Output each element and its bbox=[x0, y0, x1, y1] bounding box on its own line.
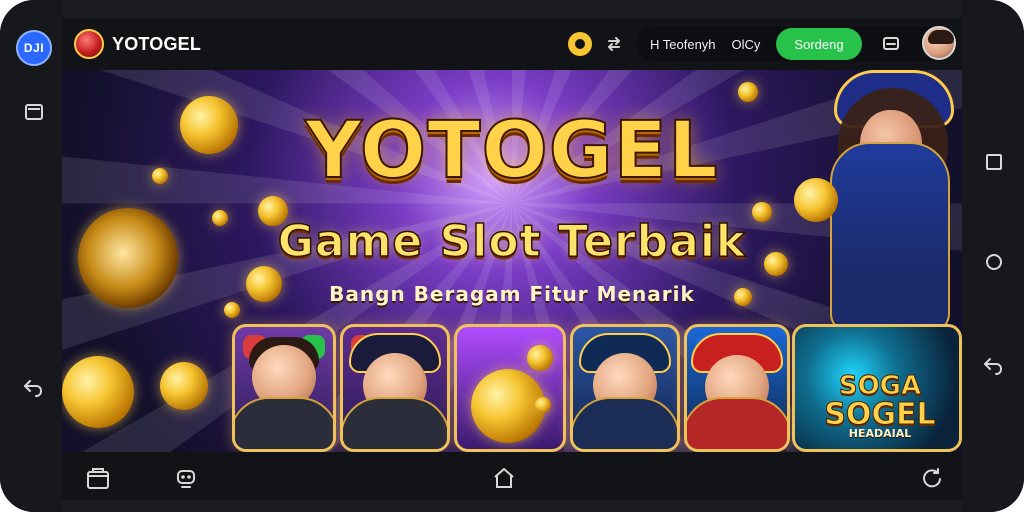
hero-body bbox=[830, 142, 950, 332]
card-coin-large bbox=[471, 369, 545, 443]
hero-banner: YOTOGEL Game Slot Terbaik Bangn Beragam … bbox=[62, 70, 962, 452]
swap-icon-svg bbox=[608, 37, 620, 51]
circle-icon[interactable] bbox=[980, 248, 1008, 276]
menu-icon-svg bbox=[25, 104, 43, 120]
avatar[interactable] bbox=[922, 26, 956, 60]
primary-action-button[interactable]: Sordeng bbox=[776, 28, 862, 60]
square-icon-svg bbox=[986, 154, 1002, 170]
chat-icon[interactable] bbox=[878, 31, 904, 57]
game-card-1[interactable] bbox=[232, 324, 336, 452]
menu-item-2[interactable]: OlCy bbox=[732, 37, 761, 52]
coin-right-1 bbox=[738, 82, 758, 102]
bottom-navigation-bar bbox=[62, 452, 962, 500]
square-icon[interactable] bbox=[980, 148, 1008, 176]
game-card-2[interactable] bbox=[340, 324, 450, 452]
game-card-4[interactable] bbox=[570, 324, 680, 452]
top-navigation-bar: YOTOGEL H Teofenyh OlCy Sordeng bbox=[62, 18, 962, 70]
menu-item-1[interactable]: H Teofenyh bbox=[650, 37, 716, 52]
brand-name: YOTOGEL bbox=[112, 33, 202, 54]
coin-bottom-left bbox=[62, 356, 134, 428]
promo-subtitle: HEADAIAL bbox=[848, 427, 912, 440]
avatar-hair bbox=[928, 30, 954, 44]
coin-left-2 bbox=[160, 362, 208, 410]
robot-icon[interactable] bbox=[168, 460, 204, 496]
refresh-icon[interactable] bbox=[914, 460, 950, 496]
game-card-3[interactable] bbox=[454, 324, 566, 452]
topbar-pill: H Teofenyh OlCy Sordeng bbox=[636, 27, 956, 61]
app-logo-icon[interactable]: DJI bbox=[16, 30, 52, 66]
card-character-outfit bbox=[573, 397, 677, 449]
brand-logo-icon bbox=[74, 29, 104, 59]
circle-icon-svg bbox=[986, 254, 1002, 270]
home-icon[interactable] bbox=[486, 460, 522, 496]
right-back-icon-svg bbox=[984, 358, 1003, 375]
left-rail: DJI bbox=[0, 0, 62, 512]
card-character-outfit bbox=[343, 397, 447, 449]
gear-icon-inner bbox=[575, 39, 585, 49]
back-icon[interactable] bbox=[978, 350, 1008, 380]
hero-coin bbox=[794, 178, 838, 222]
home-icon-svg bbox=[494, 468, 514, 488]
gear-icon[interactable] bbox=[568, 32, 592, 56]
hero-character bbox=[794, 70, 962, 332]
card-character-outfit bbox=[235, 397, 333, 449]
card-character-outfit bbox=[687, 397, 787, 449]
topbar-actions bbox=[568, 28, 626, 60]
shop-icon[interactable] bbox=[80, 460, 116, 496]
app-logo-text: DJI bbox=[23, 41, 45, 55]
brand[interactable]: YOTOGEL bbox=[74, 28, 201, 60]
refresh-icon-svg bbox=[923, 468, 941, 488]
back-icon[interactable] bbox=[18, 372, 48, 402]
card-coin-tiny bbox=[535, 397, 551, 413]
shop-icon-svg bbox=[87, 468, 109, 489]
game-card-5[interactable] bbox=[684, 324, 790, 452]
card-coin-small bbox=[527, 345, 553, 371]
back-icon-svg bbox=[24, 380, 43, 397]
promo-card[interactable]: SOGA SOGEL HEADAIAL bbox=[792, 324, 962, 452]
robot-icon-svg bbox=[177, 470, 195, 488]
menu-icon[interactable] bbox=[20, 98, 48, 126]
swap-icon[interactable] bbox=[602, 32, 626, 56]
right-rail bbox=[962, 0, 1024, 512]
chat-icon-svg bbox=[882, 37, 899, 50]
phone-frame: DJI YOTOGEL H Teofenyh OlCy Sordeng YOTO… bbox=[0, 0, 1024, 512]
